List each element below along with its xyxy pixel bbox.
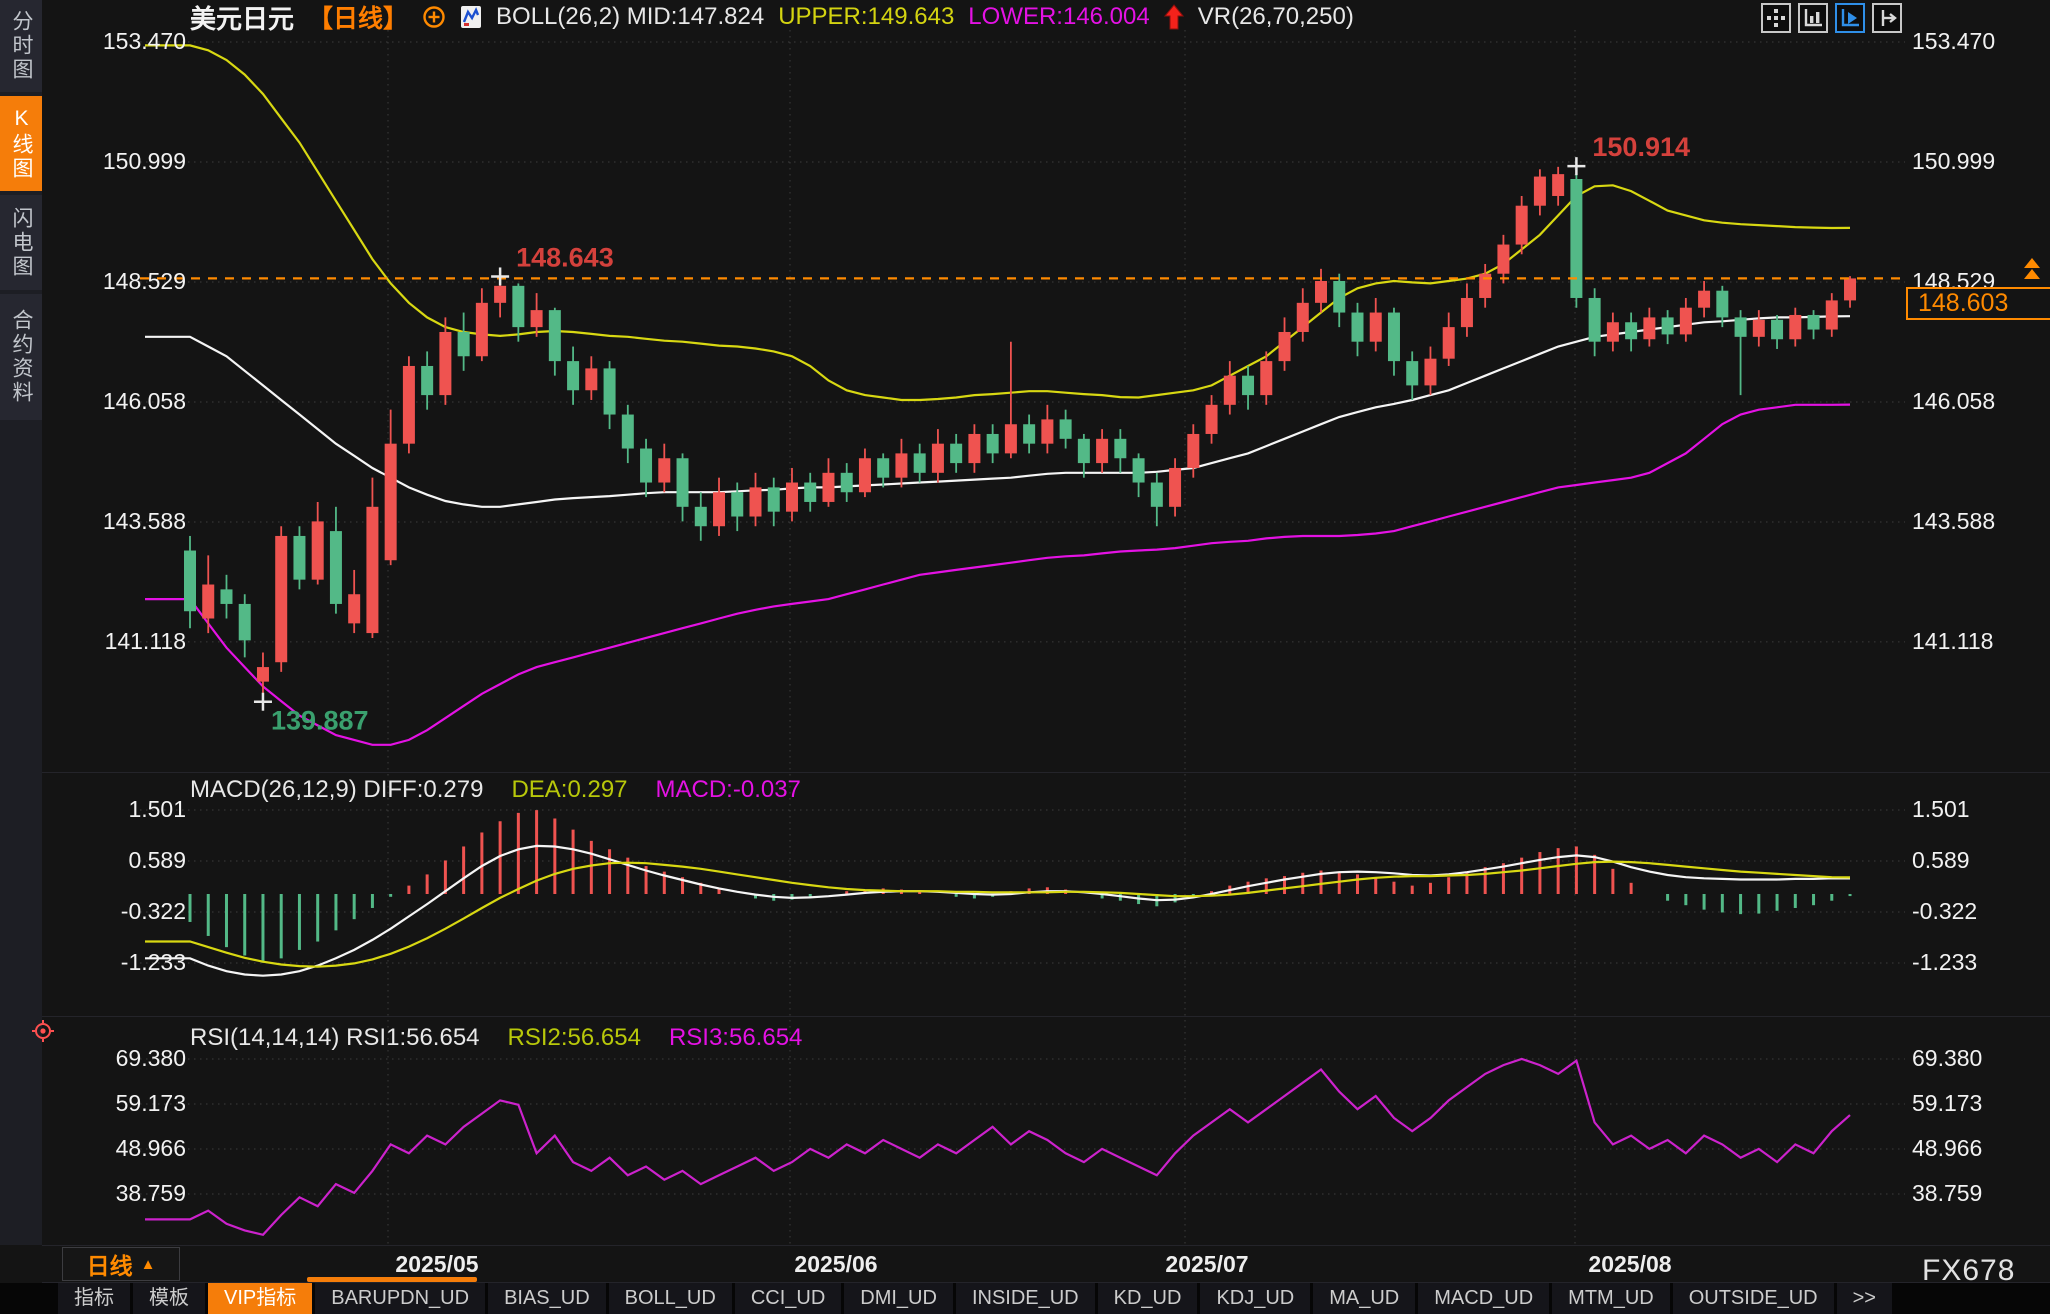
chart-header: 美元日元 【日线】 BOLL(26,2) MID:147.824 UPPER:1… — [190, 2, 1354, 32]
price-axis-label: 143.588 — [46, 508, 186, 535]
period-selector-label: 日线 — [87, 1247, 133, 1281]
period-selector[interactable]: 日线 ▲ — [62, 1247, 180, 1281]
rsi2-value: RSI2:56.654 — [508, 1024, 641, 1052]
svg-text:2025/05: 2025/05 — [395, 1251, 478, 1277]
boll-mid-value: BOLL(26,2) MID:147.824 — [496, 3, 764, 31]
tab-vip-indicators[interactable]: VIP指标 — [208, 1283, 312, 1314]
mini-candle-chart-icon[interactable] — [460, 4, 482, 30]
move-crosshair-icon[interactable] — [1761, 3, 1791, 33]
symbol-title: 美元日元 — [190, 0, 294, 36]
price-axis-label: 141.118 — [1912, 628, 2050, 655]
current-price-tag: 148.603 — [1906, 287, 2050, 320]
chevron-up-icon: ▲ — [141, 1256, 156, 1273]
macd-value: MACD:-0.037 — [656, 776, 801, 804]
axis-play-icon[interactable] — [1835, 3, 1865, 33]
tab-inside-ud[interactable]: INSIDE_UD — [956, 1283, 1095, 1314]
tab-more[interactable]: >> — [1837, 1283, 1892, 1314]
period-tag: 【日线】 — [308, 0, 408, 35]
fx678-watermark: FX678 — [1922, 1254, 2015, 1288]
red-up-arrow-icon — [1164, 4, 1184, 30]
rsi-axis-label: 59.173 — [46, 1090, 186, 1117]
macd-axis-label: -1.233 — [1912, 949, 2050, 976]
svg-text:2025/08: 2025/08 — [1588, 1251, 1671, 1277]
rsi-axis-label: 38.759 — [1912, 1180, 2050, 1207]
price-axis-label: 146.058 — [46, 388, 186, 415]
svg-text:150.914: 150.914 — [1592, 132, 1690, 162]
macd-axis-label: -1.233 — [46, 949, 186, 976]
tab-templates[interactable]: 模板 — [133, 1283, 205, 1314]
price-axis-label: 153.470 — [46, 28, 186, 55]
rsi-axis-label: 69.380 — [46, 1045, 186, 1072]
price-axis-label: 148.529 — [46, 268, 186, 295]
tab-cci-ud[interactable]: CCI_UD — [735, 1283, 841, 1314]
boll-lower-value: LOWER:146.004 — [968, 3, 1149, 31]
tab-mtm-ud[interactable]: MTM_UD — [1552, 1283, 1670, 1314]
vr-indicator-label: VR(26,70,250) — [1198, 3, 1354, 31]
macd-axis-label: 0.589 — [1912, 847, 2050, 874]
candlestick-chart-canvas[interactable]: 148.643 150.914 139.887 2025/05 2025/06 2025/… — [0, 0, 2050, 1314]
indicator-tab-bar: 指标 模板 VIP指标 BARUPDN_UD BIAS_UD BOLL_UD C… — [0, 1283, 2050, 1314]
add-circle-icon[interactable] — [422, 5, 446, 29]
rsi-axis-label: 69.380 — [1912, 1045, 2050, 1072]
rsi1-value: RSI(14,14,14) RSI1:56.654 — [190, 1024, 480, 1052]
rsi-axis-label: 38.759 — [46, 1180, 186, 1207]
pane-separator — [42, 1245, 2050, 1246]
price-axis-label: 153.470 — [1912, 28, 2050, 55]
double-up-arrow-icon — [2024, 258, 2040, 280]
price-axis-label: 150.999 — [1912, 148, 2050, 175]
price-axis-label: 150.999 — [46, 148, 186, 175]
rsi3-value: RSI3:56.654 — [669, 1024, 802, 1052]
rsi-pane-header: RSI(14,14,14) RSI1:56.654 RSI2:56.654 RS… — [190, 1024, 802, 1052]
trading-app-window: 148.643 150.914 139.887 2025/05 2025/06 2025/… — [0, 0, 2050, 1314]
pane-separator — [42, 772, 2050, 773]
macd-axis-label: -0.322 — [1912, 898, 2050, 925]
macd-pane-header: MACD(26,12,9) DIFF:0.279 DEA:0.297 MACD:… — [190, 776, 801, 804]
pane-separator — [42, 1016, 2050, 1017]
tab-boll-ud[interactable]: BOLL_UD — [609, 1283, 732, 1314]
tab-outside-ud[interactable]: OUTSIDE_UD — [1673, 1283, 1834, 1314]
price-axis-label: 146.058 — [1912, 388, 2050, 415]
tab-dmi-ud[interactable]: DMI_UD — [844, 1283, 953, 1314]
tab-indicators[interactable]: 指标 — [58, 1283, 130, 1314]
boll-upper-value: UPPER:149.643 — [778, 3, 954, 31]
tab-macd-ud[interactable]: MACD_UD — [1418, 1283, 1549, 1314]
macd-axis-label: 1.501 — [46, 796, 186, 823]
macd-dea-value: DEA:0.297 — [511, 776, 627, 804]
horizontal-scrollbar-thumb[interactable] — [307, 1277, 477, 1282]
rsi-axis-label: 48.966 — [1912, 1135, 2050, 1162]
macd-axis-label: 1.501 — [1912, 796, 2050, 823]
tab-kdj-ud[interactable]: KDJ_UD — [1200, 1283, 1310, 1314]
tab-kd-ud[interactable]: KD_UD — [1098, 1283, 1198, 1314]
rsi-axis-label: 48.966 — [46, 1135, 186, 1162]
svg-text:148.643: 148.643 — [516, 242, 614, 272]
axis-shift-icon[interactable] — [1872, 3, 1902, 33]
axis-scale-icon[interactable] — [1798, 3, 1828, 33]
svg-text:2025/07: 2025/07 — [1165, 1251, 1248, 1277]
tab-bias-ud[interactable]: BIAS_UD — [488, 1283, 606, 1314]
price-axis-label: 141.118 — [46, 628, 186, 655]
macd-axis-label: 0.589 — [46, 847, 186, 874]
chart-toolbar — [1761, 3, 1902, 33]
macd-axis-label: -0.322 — [46, 898, 186, 925]
macd-diff-value: MACD(26,12,9) DIFF:0.279 — [190, 776, 483, 804]
tab-barupdn-ud[interactable]: BARUPDN_UD — [315, 1283, 485, 1314]
rsi-axis-label: 59.173 — [1912, 1090, 2050, 1117]
svg-text:139.887: 139.887 — [271, 706, 369, 736]
tab-ma-ud[interactable]: MA_UD — [1313, 1283, 1415, 1314]
svg-text:2025/06: 2025/06 — [794, 1251, 877, 1277]
price-axis-label: 143.588 — [1912, 508, 2050, 535]
